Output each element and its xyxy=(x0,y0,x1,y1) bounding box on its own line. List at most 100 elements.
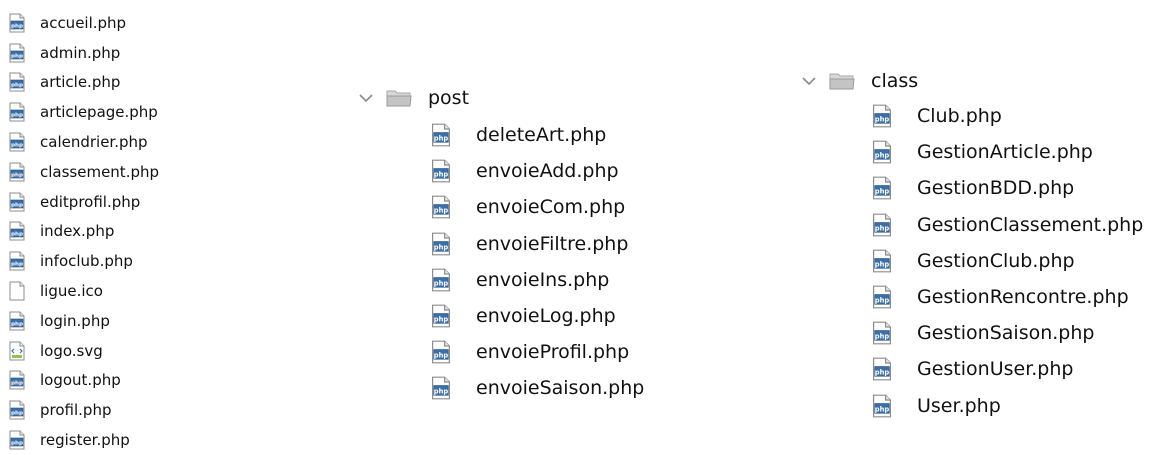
file-item[interactable]: php profil.php xyxy=(8,395,159,425)
file-name: logo.svg xyxy=(40,341,103,360)
svg-text:php: php xyxy=(875,188,890,196)
file-item[interactable]: php envoieAdd.php xyxy=(430,153,644,189)
php-file-icon: php xyxy=(8,192,26,212)
folder-label: post xyxy=(428,87,470,109)
php-file-icon: php xyxy=(8,221,26,241)
php-file-icon: php xyxy=(8,132,26,152)
php-file-icon: php xyxy=(871,321,893,345)
file-item[interactable]: php envoieIns.php xyxy=(430,262,644,298)
file-item[interactable]: php envoieFiltre.php xyxy=(430,226,644,262)
svg-text:php: php xyxy=(434,315,449,323)
file-name: envoieLog.php xyxy=(476,305,616,328)
file-item[interactable]: php GestionRencontre.php xyxy=(871,279,1143,315)
file-item[interactable]: php GestionSaison.php xyxy=(871,315,1143,351)
php-file-icon: php xyxy=(8,251,26,271)
file-item[interactable]: php article.php xyxy=(8,68,159,98)
php-file-icon: php xyxy=(8,43,26,63)
folder-class[interactable]: class xyxy=(799,64,1143,98)
file-name: GestionSaison.php xyxy=(917,322,1095,345)
file-name: calendrier.php xyxy=(40,133,148,152)
svg-text:php: php xyxy=(434,279,449,287)
file-item[interactable]: php admin.php xyxy=(8,38,159,68)
chevron-down-icon[interactable] xyxy=(799,73,819,89)
file-item[interactable]: php articlepage.php xyxy=(8,97,159,127)
file-item[interactable]: php envoieSaison.php xyxy=(430,370,644,406)
php-file-icon: php xyxy=(430,195,452,219)
php-file-icon: php xyxy=(871,357,893,381)
svg-text:php: php xyxy=(11,411,23,417)
file-item[interactable]: php classement.php xyxy=(8,157,159,187)
file-item[interactable]: php GestionClub.php xyxy=(871,243,1143,279)
file-name: GestionBDD.php xyxy=(917,177,1075,200)
svg-text:php: php xyxy=(875,405,890,413)
file-item[interactable]: php index.php xyxy=(8,217,159,247)
file-item[interactable]: ligue.ico xyxy=(8,276,159,306)
file-item[interactable]: php editprofil.php xyxy=(8,187,159,217)
file-name: register.php xyxy=(40,431,130,450)
file-item[interactable]: php register.php xyxy=(8,425,159,455)
php-file-icon: php xyxy=(8,311,26,331)
blank-file-icon xyxy=(8,281,26,301)
svg-text:php: php xyxy=(11,321,23,327)
php-file-icon: php xyxy=(871,213,893,237)
php-file-icon: php xyxy=(8,72,26,92)
file-item[interactable]: php accueil.php xyxy=(8,8,159,38)
php-file-icon: php xyxy=(871,394,893,418)
file-name: article.php xyxy=(40,73,121,92)
folder-post[interactable]: post xyxy=(356,81,644,115)
file-item[interactable]: php infoclub.php xyxy=(8,246,159,276)
svg-text:php: php xyxy=(11,83,23,89)
svg-text:php: php xyxy=(875,224,890,232)
file-item[interactable]: php envoieCom.php xyxy=(430,189,644,225)
svg-text:php: php xyxy=(434,171,449,179)
file-item[interactable]: php GestionBDD.php xyxy=(871,170,1143,206)
file-item[interactable]: php login.php xyxy=(8,306,159,336)
svg-text:php: php xyxy=(11,202,23,208)
php-file-icon: php xyxy=(871,176,893,200)
file-name: infoclub.php xyxy=(40,252,133,271)
file-name: GestionClassement.php xyxy=(917,213,1144,236)
php-file-icon: php xyxy=(430,232,452,256)
chevron-down-icon[interactable] xyxy=(356,90,376,106)
file-item[interactable]: php logout.php xyxy=(8,366,159,396)
svg-text:php: php xyxy=(875,332,890,340)
file-name: classement.php xyxy=(40,162,160,181)
file-item[interactable]: php Club.php xyxy=(871,98,1143,134)
file-item[interactable]: php GestionClassement.php xyxy=(871,207,1143,243)
file-item[interactable]: php GestionUser.php xyxy=(871,351,1143,387)
svg-text:php: php xyxy=(11,23,23,29)
file-name: accueil.php xyxy=(40,13,127,32)
file-item[interactable]: php calendrier.php xyxy=(8,127,159,157)
folder-icon xyxy=(829,71,855,91)
file-name: GestionArticle.php xyxy=(917,141,1093,164)
file-item[interactable]: php envoieLog.php xyxy=(430,298,644,334)
folder-icon xyxy=(386,88,412,108)
file-item[interactable]: php GestionArticle.php xyxy=(871,134,1143,170)
file-item[interactable]: logo.svg xyxy=(8,336,159,366)
file-name: envoieCom.php xyxy=(476,196,626,219)
php-file-icon: php xyxy=(430,123,452,147)
file-item[interactable]: php envoieProfil.php xyxy=(430,334,644,370)
svg-text:php: php xyxy=(434,134,449,142)
file-name: User.php xyxy=(917,394,1001,417)
folder-label: class xyxy=(871,70,919,92)
file-name: deleteArt.php xyxy=(476,124,607,147)
svg-text:php: php xyxy=(11,381,23,387)
php-file-icon: php xyxy=(871,104,893,128)
svg-text:php: php xyxy=(11,440,23,446)
php-file-icon: php xyxy=(8,102,26,122)
svg-text:php: php xyxy=(11,142,23,148)
php-file-icon: php xyxy=(430,268,452,292)
file-name: logout.php xyxy=(40,371,121,390)
file-item[interactable]: php User.php xyxy=(871,388,1143,424)
svg-text:php: php xyxy=(434,388,449,396)
class-folder-children: php Club.php php GestionArticle.php php Gesti… xyxy=(799,98,1143,424)
file-item[interactable]: php deleteArt.php xyxy=(430,117,644,153)
svg-text:php: php xyxy=(875,296,890,304)
file-name: envoieProfil.php xyxy=(476,341,630,364)
php-file-icon: php xyxy=(430,340,452,364)
php-file-icon: php xyxy=(430,376,452,400)
svg-text:php: php xyxy=(11,262,23,268)
php-file-icon: php xyxy=(8,400,26,420)
file-name: index.php xyxy=(40,222,115,241)
